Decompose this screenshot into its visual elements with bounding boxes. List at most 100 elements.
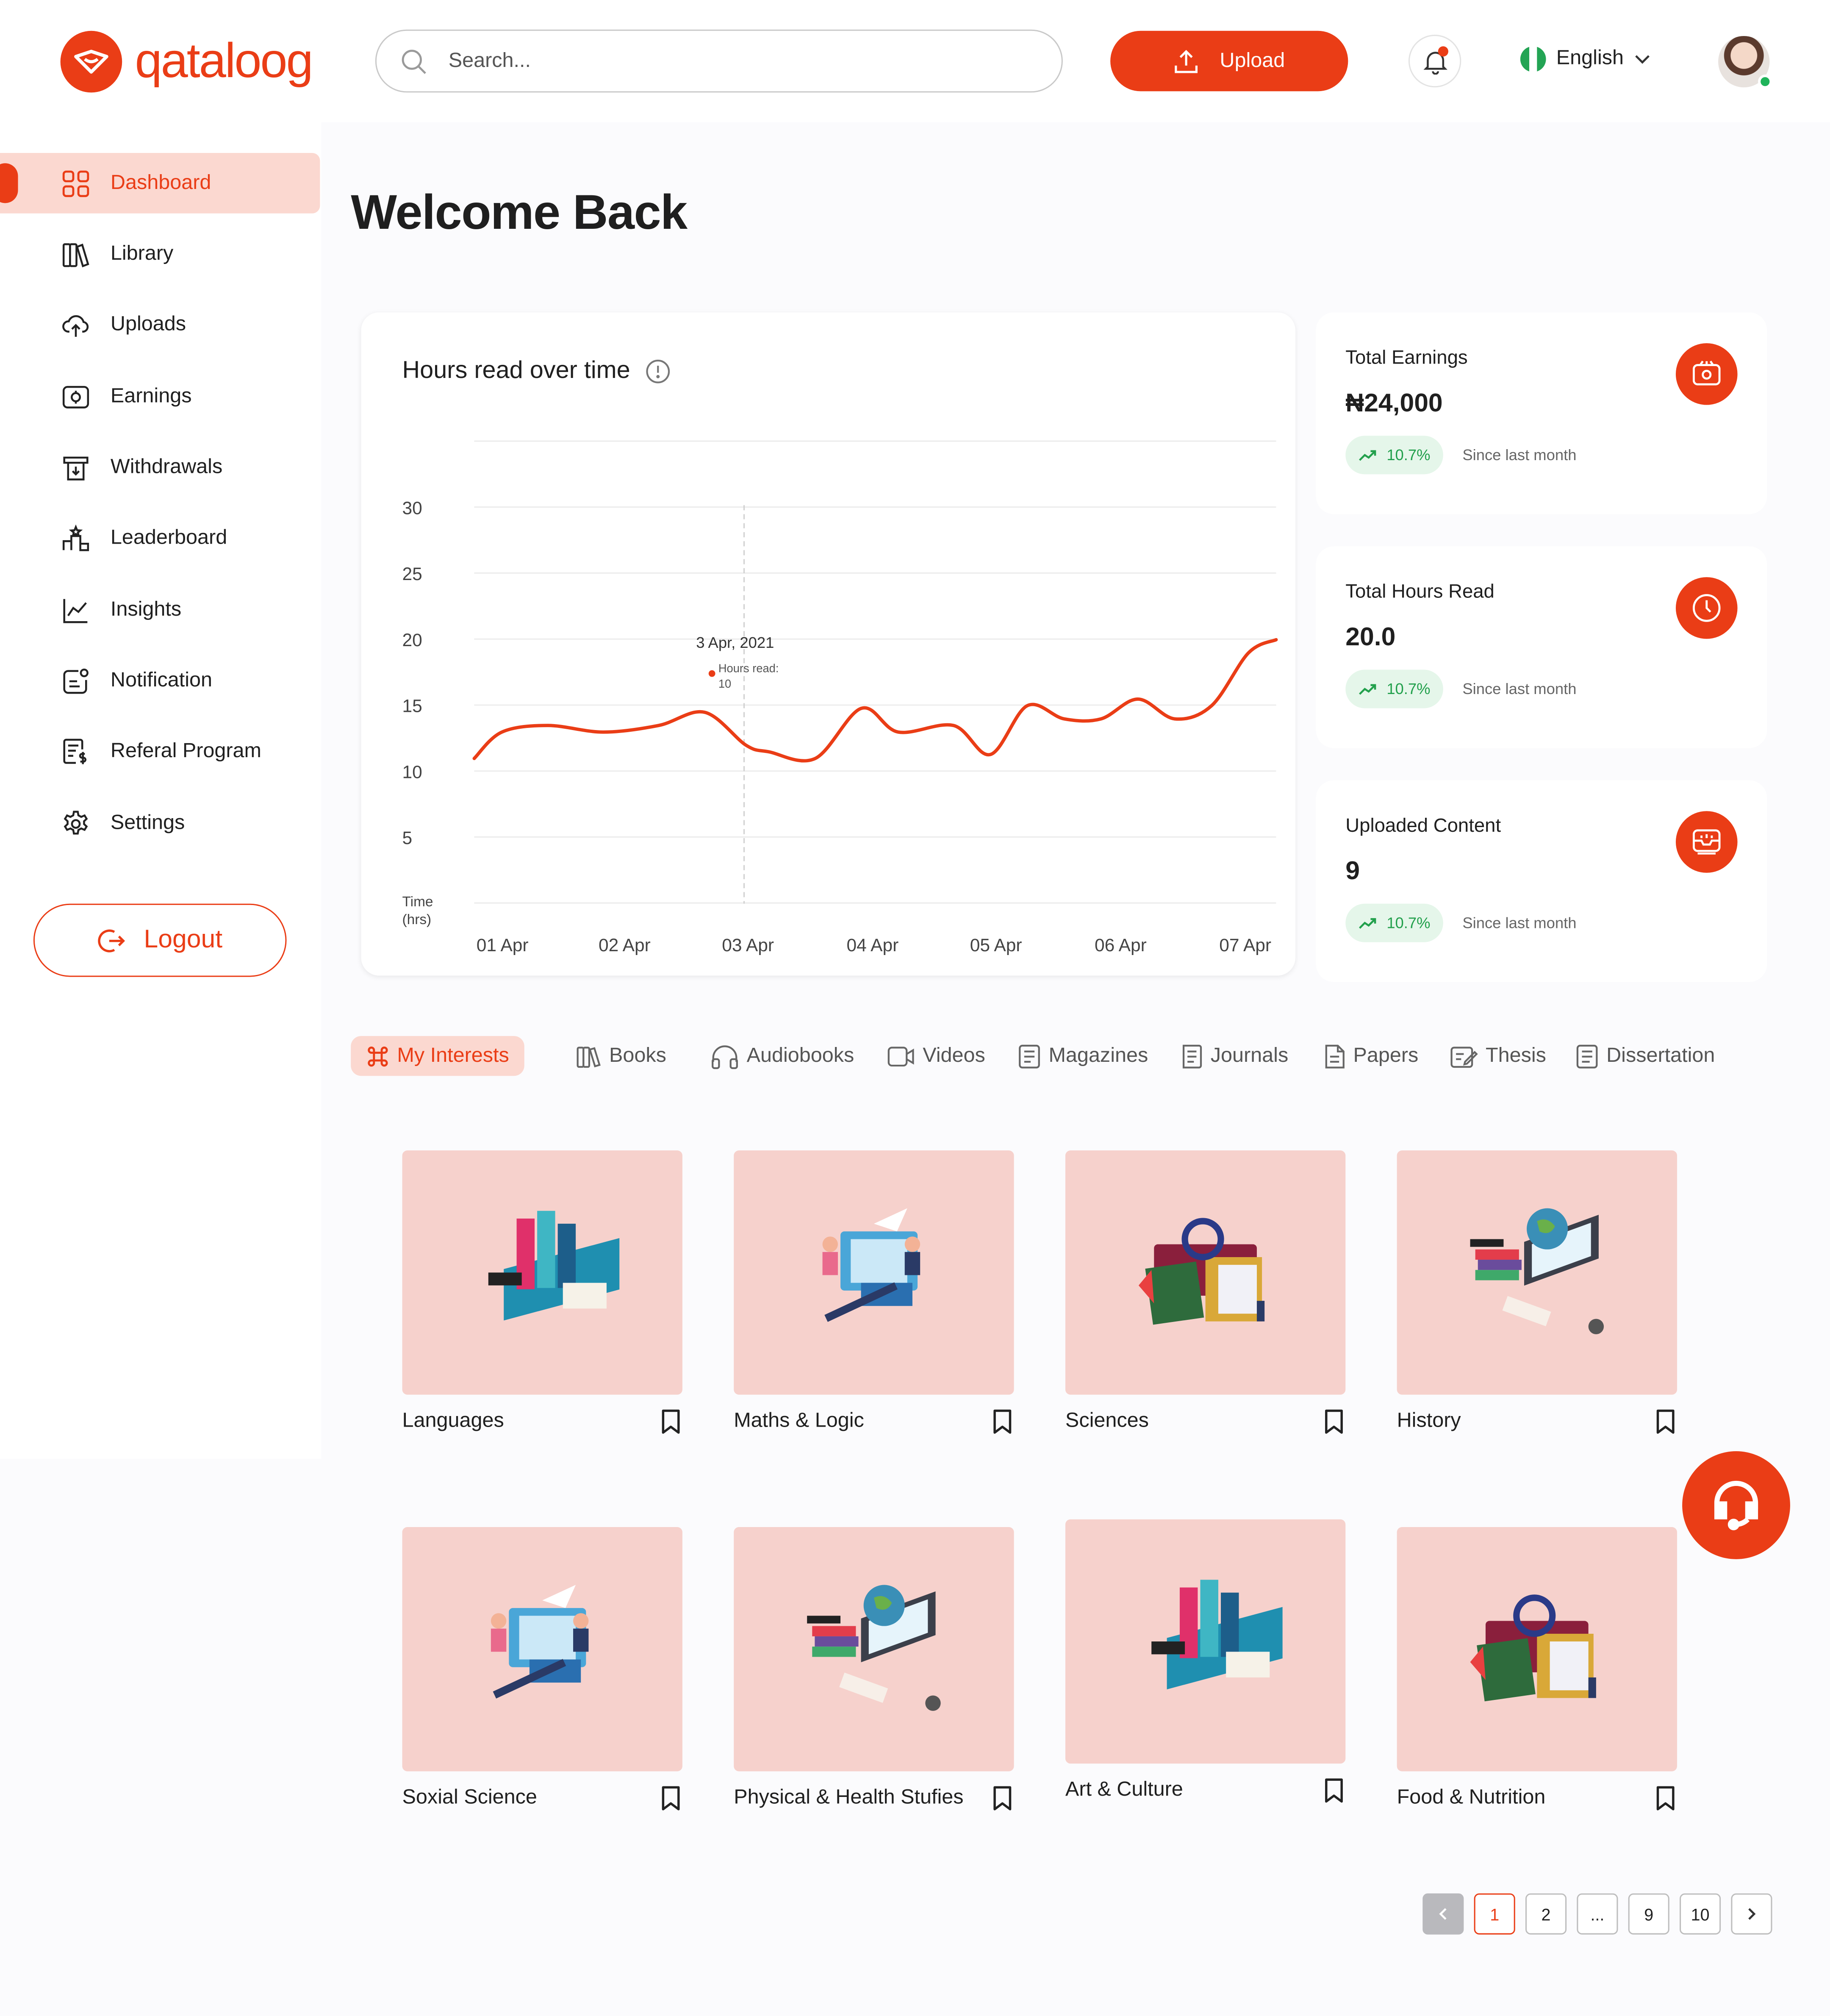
- sidebar-item-label: Dashboard: [110, 171, 211, 194]
- upload-label: Upload: [1220, 49, 1285, 72]
- chevron-right-icon: [1748, 1908, 1756, 1920]
- pagination-page[interactable]: 2: [1525, 1893, 1567, 1935]
- interest-card[interactable]: Maths & Logic: [734, 1150, 1014, 1434]
- tab-papers[interactable]: Papers: [1323, 1036, 1418, 1076]
- tooltip-date: 3 Apr, 2021: [696, 634, 774, 651]
- tab-videos[interactable]: Videos: [887, 1036, 985, 1076]
- tab-magazines[interactable]: Magazines: [1018, 1036, 1148, 1076]
- pagination-page[interactable]: 9: [1628, 1893, 1669, 1935]
- tab-dissertation[interactable]: Dissertation: [1575, 1036, 1715, 1076]
- bookmark-icon[interactable]: [659, 1409, 682, 1435]
- interest-card[interactable]: Sciences: [1065, 1150, 1346, 1435]
- interest-card-footer: Art & Culture: [1065, 1778, 1345, 1804]
- sidebar-item-referal-program[interactable]: Referal Program: [0, 721, 320, 782]
- sidebar-item-label: Withdrawals: [110, 455, 223, 478]
- interest-illustration[interactable]: [1065, 1150, 1346, 1395]
- tab-audiobooks[interactable]: Audiobooks: [711, 1036, 854, 1076]
- interest-card[interactable]: Food & Nutrition: [1397, 1527, 1677, 1811]
- sidebar-item-library[interactable]: Library: [0, 224, 320, 284]
- tab-my-interests[interactable]: My Interests: [351, 1036, 525, 1076]
- interest-name: Physical & Health Stufies: [734, 1786, 964, 1809]
- x-tick-label: 07 Apr: [1219, 935, 1271, 955]
- language-selector[interactable]: English: [1520, 46, 1652, 72]
- stat-value: ₦24,000: [1345, 389, 1443, 418]
- notification-icon: [62, 666, 90, 695]
- magazine-icon: [1019, 1044, 1040, 1068]
- stat-change-badge: 10.7%: [1345, 436, 1443, 475]
- trend-up-icon: [1359, 684, 1376, 695]
- pagination: 1 2 ... 9 10: [1422, 1893, 1772, 1935]
- interest-illustration[interactable]: [1397, 1527, 1677, 1772]
- interest-card[interactable]: Soxial Science: [402, 1527, 682, 1811]
- interest-card-footer: Maths & Logic: [734, 1409, 1014, 1435]
- sidebar-item-label: Settings: [110, 811, 185, 834]
- bookmark-icon[interactable]: [1323, 1778, 1346, 1804]
- stat-change-badge: 10.7%: [1345, 903, 1443, 942]
- search-bar[interactable]: [375, 29, 1063, 93]
- upload-button[interactable]: Upload: [1110, 31, 1348, 92]
- pagination-page[interactable]: 10: [1680, 1893, 1721, 1935]
- tab-thesis[interactable]: Thesis: [1450, 1036, 1546, 1076]
- pagination-next-button[interactable]: [1731, 1893, 1772, 1935]
- interest-card-footer: Languages: [402, 1409, 682, 1435]
- interest-name: Food & Nutrition: [1397, 1786, 1546, 1809]
- y-tick-label: 5: [402, 828, 413, 848]
- sidebar-item-label: Notification: [110, 669, 213, 691]
- x-tick-label: 03 Apr: [722, 935, 774, 955]
- paper-icon: [1325, 1044, 1345, 1068]
- tab-label: Videos: [923, 1044, 985, 1066]
- interest-illustration[interactable]: [734, 1150, 1014, 1395]
- chevron-left-icon: [1439, 1908, 1447, 1920]
- tab-journals[interactable]: Journals: [1180, 1036, 1288, 1076]
- logout-button[interactable]: Logout: [33, 903, 287, 977]
- interest-illustration[interactable]: [1397, 1150, 1677, 1395]
- trend-up-icon: [1359, 450, 1376, 461]
- interest-illustration[interactable]: [1065, 1519, 1346, 1764]
- interest-name: Sciences: [1065, 1410, 1149, 1432]
- bookmark-icon[interactable]: [1323, 1409, 1346, 1435]
- search-input[interactable]: [448, 49, 988, 73]
- bookmark-icon[interactable]: [659, 1786, 682, 1811]
- sidebar-item-leaderboard[interactable]: Leaderboard: [0, 508, 320, 568]
- interest-card[interactable]: Physical & Health Stufies: [734, 1527, 1014, 1811]
- support-chat-button[interactable]: [1682, 1451, 1790, 1559]
- bookmark-icon[interactable]: [991, 1409, 1014, 1435]
- interest-card-footer: Physical & Health Stufies: [734, 1786, 1014, 1811]
- video-icon: [887, 1046, 914, 1066]
- pagination-page[interactable]: 1: [1474, 1893, 1515, 1935]
- interest-name: Art & Culture: [1065, 1779, 1183, 1801]
- stat-card-total-hours-read: Total Hours Read 20.0 10.7% Since last m…: [1316, 546, 1767, 748]
- user-avatar[interactable]: [1718, 36, 1772, 89]
- interest-card[interactable]: Languages: [402, 1150, 682, 1434]
- logo-eye-icon: [60, 31, 122, 93]
- logo[interactable]: qataloog: [60, 31, 313, 93]
- bookmark-icon[interactable]: [1654, 1409, 1677, 1435]
- upload-icon: [1175, 49, 1198, 72]
- interest-illustration[interactable]: [402, 1150, 682, 1395]
- bookmark-icon[interactable]: [991, 1786, 1014, 1811]
- interest-card[interactable]: History: [1397, 1150, 1677, 1434]
- sidebar-item-earnings[interactable]: Earnings: [0, 367, 320, 427]
- tooltip-label: Hours read:: [718, 662, 779, 675]
- sidebar-item-notification[interactable]: Notification: [0, 650, 320, 711]
- interest-illustration[interactable]: [402, 1527, 682, 1772]
- tab-books[interactable]: Books: [576, 1036, 666, 1076]
- wallet-icon: [1675, 343, 1738, 405]
- interest-name: Soxial Science: [402, 1786, 537, 1809]
- sidebar-item-insights[interactable]: Insights: [0, 580, 320, 640]
- interest-illustration[interactable]: [734, 1527, 1014, 1772]
- sidebar-item-settings[interactable]: Settings: [0, 793, 320, 854]
- notification-bell-button[interactable]: [1408, 34, 1461, 88]
- sidebar-item-uploads[interactable]: Uploads: [0, 294, 320, 355]
- sidebar-item-label: Insights: [110, 598, 182, 620]
- referral-icon: [62, 737, 90, 766]
- interest-card[interactable]: Art & Culture: [1065, 1519, 1346, 1804]
- bookmark-icon[interactable]: [1654, 1786, 1677, 1811]
- y-axis-label: (hrs): [402, 912, 432, 927]
- stat-label: Total Hours Read: [1345, 581, 1494, 603]
- sidebar-item-dashboard[interactable]: Dashboard: [0, 153, 320, 214]
- x-tick-label: 04 Apr: [846, 935, 898, 955]
- sidebar-item-withdrawals[interactable]: Withdrawals: [0, 437, 320, 497]
- x-tick-label: 02 Apr: [599, 935, 651, 955]
- pagination-prev-button[interactable]: [1422, 1893, 1464, 1935]
